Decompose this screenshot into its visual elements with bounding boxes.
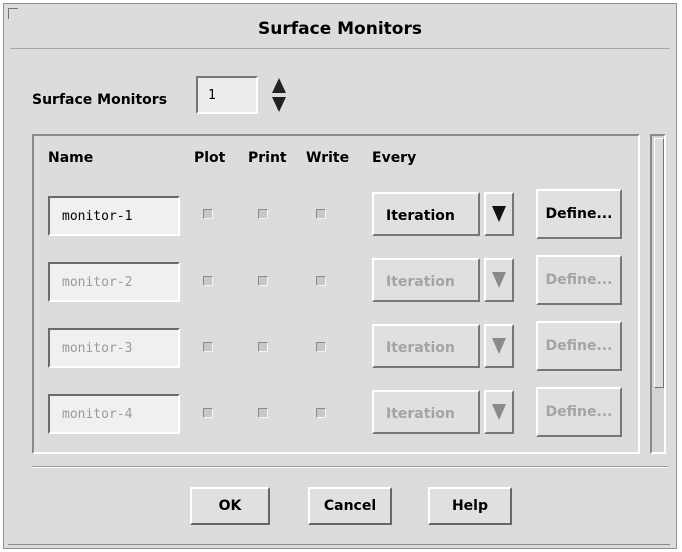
vertical-scrollbar[interactable] [650, 134, 666, 454]
every-select[interactable]: Iteration [372, 324, 480, 368]
column-header-every: Every [372, 150, 417, 166]
every-dropdown-button[interactable] [484, 390, 514, 434]
scrollbar-thumb[interactable] [654, 138, 664, 388]
spin-down-arrow-icon [272, 97, 286, 112]
every-select[interactable]: Iteration [372, 390, 480, 434]
monitor-name-field[interactable]: monitor-3 [48, 328, 180, 368]
dialog-title: Surface Monitors [10, 10, 670, 49]
define-button[interactable]: Define... [536, 321, 622, 371]
print-checkbox[interactable] [258, 342, 268, 352]
spin-up-arrow-icon [272, 78, 286, 93]
define-button[interactable]: Define... [536, 189, 622, 239]
print-checkbox[interactable] [258, 408, 268, 418]
define-button[interactable]: Define... [536, 387, 622, 437]
ok-button[interactable]: OK [190, 487, 270, 525]
triangle-down-icon [492, 206, 506, 222]
print-checkbox[interactable] [258, 209, 268, 219]
plot-checkbox[interactable] [203, 276, 213, 286]
define-button[interactable]: Define... [536, 255, 622, 305]
write-checkbox[interactable] [316, 342, 326, 352]
every-dropdown-button[interactable] [484, 192, 514, 236]
monitor-name-field[interactable]: monitor-1 [48, 196, 180, 236]
divider [32, 466, 668, 468]
plot-checkbox[interactable] [203, 342, 213, 352]
help-button[interactable]: Help [428, 487, 512, 525]
monitor-name-field[interactable]: monitor-4 [48, 394, 180, 434]
plot-checkbox[interactable] [203, 209, 213, 219]
write-checkbox[interactable] [316, 276, 326, 286]
column-header-write: Write [306, 150, 350, 166]
triangle-down-icon [492, 272, 506, 288]
column-header-name: Name [48, 150, 94, 166]
plot-checkbox[interactable] [203, 408, 213, 418]
every-select[interactable]: Iteration [372, 258, 480, 302]
monitor-name-field[interactable]: monitor-2 [48, 262, 180, 302]
print-checkbox[interactable] [258, 276, 268, 286]
write-checkbox[interactable] [316, 209, 326, 219]
every-dropdown-button[interactable] [484, 258, 514, 302]
monitor-count-spinner[interactable] [268, 76, 290, 114]
write-checkbox[interactable] [316, 408, 326, 418]
column-header-print: Print [248, 150, 287, 166]
window-bottom-edge [8, 544, 670, 545]
column-header-plot: Plot [194, 150, 226, 166]
cancel-button[interactable]: Cancel [308, 487, 392, 525]
triangle-down-icon [492, 338, 506, 354]
triangle-down-icon [492, 404, 506, 420]
every-dropdown-button[interactable] [484, 324, 514, 368]
monitor-count-input[interactable]: 1 [196, 76, 258, 114]
every-select[interactable]: Iteration [372, 192, 480, 236]
surface-monitors-label: Surface Monitors [32, 92, 168, 108]
window-top-edge [18, 8, 670, 9]
